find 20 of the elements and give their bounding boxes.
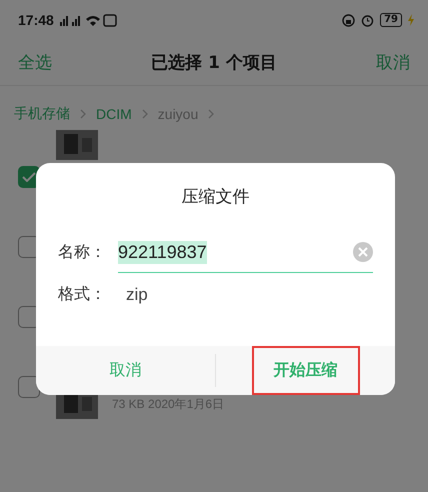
cancel-button[interactable]: 取消 xyxy=(88,346,164,395)
field-label: 名称： xyxy=(58,242,107,264)
breadcrumb-item[interactable]: 手机存储 xyxy=(14,105,70,123)
battery-level: 79 xyxy=(380,13,402,27)
alarm-icon xyxy=(361,14,374,26)
format-value: zip xyxy=(125,284,148,305)
chevron-icon xyxy=(142,109,148,119)
select-all-button[interactable]: 全选 xyxy=(18,51,52,74)
status-time: 17:48 xyxy=(18,12,54,28)
selection-title: 已选择 1 个项目 xyxy=(151,52,277,74)
breadcrumb-item[interactable]: DCIM xyxy=(96,106,132,122)
dialog-title: 压缩文件 xyxy=(180,186,250,209)
signal-icon xyxy=(60,13,118,27)
start-compress-button[interactable]: 开始压缩 xyxy=(252,346,360,395)
chevron-icon xyxy=(208,109,214,119)
name-field[interactable]: 922119837 xyxy=(118,232,373,274)
field-label: 格式： xyxy=(58,284,107,306)
chevron-icon xyxy=(80,109,86,119)
cancel-button[interactable]: 取消 xyxy=(376,51,410,74)
charging-icon xyxy=(408,14,414,26)
